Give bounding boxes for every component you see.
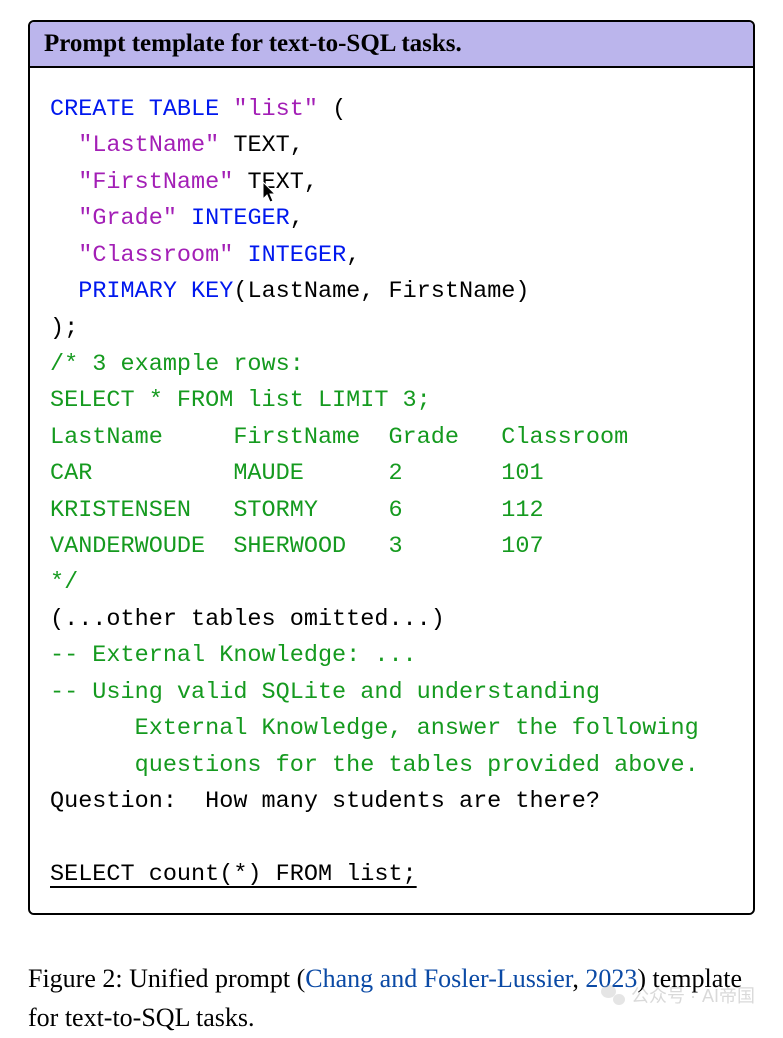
indent xyxy=(50,278,78,305)
box-title: Prompt template for text-to-SQL tasks. xyxy=(30,22,753,68)
space xyxy=(177,205,191,232)
comment-header: LastName FirstName Grade Classroom xyxy=(50,424,628,451)
space xyxy=(233,242,247,269)
pk-cols: (LastName, FirstName) xyxy=(233,278,529,305)
kw-integer: INTEGER xyxy=(191,205,290,232)
watermark-brand: AI帝国 xyxy=(702,982,755,1008)
type-text: TEXT, xyxy=(219,132,304,159)
col-classroom: "Classroom" xyxy=(78,242,233,269)
wechat-icon xyxy=(601,985,625,1005)
other-tables-note: (...other tables omitted...) xyxy=(50,606,445,633)
instruction-l1: -- Using valid SQLite and understanding xyxy=(50,679,600,706)
indent xyxy=(50,169,78,196)
instruction-l3: questions for the tables provided above. xyxy=(50,752,699,779)
comment-select: SELECT * FROM list LIMIT 3; xyxy=(50,387,431,414)
comment-open: /* 3 example rows: xyxy=(50,351,304,378)
comment-row2: KRISTENSEN STORMY 6 112 xyxy=(50,497,544,524)
citation-authors: Chang and Fosler-Lussier xyxy=(305,964,572,993)
indent xyxy=(50,205,78,232)
col-firstname: "FirstName" xyxy=(78,169,233,196)
instruction-l2: External Knowledge, answer the following xyxy=(50,715,699,742)
str-list: "list" xyxy=(233,96,318,123)
paren-open: ( xyxy=(318,96,346,123)
kw-integer: INTEGER xyxy=(247,242,346,269)
box-body: CREATE TABLE "list" ( "LastName" TEXT, "… xyxy=(30,68,753,913)
comment-row1: CAR MAUDE 2 101 xyxy=(50,460,544,487)
comment-close: */ xyxy=(50,569,78,596)
prompt-template-box: Prompt template for text-to-SQL tasks. C… xyxy=(28,20,755,915)
indent xyxy=(50,132,78,159)
comment-row3: VANDERWOUDE SHERWOOD 3 107 xyxy=(50,533,544,560)
code-block: CREATE TABLE "list" ( "LastName" TEXT, "… xyxy=(50,92,733,893)
caption-sep: , xyxy=(572,964,579,993)
type-text: TEXT, xyxy=(233,169,318,196)
paren-close: ); xyxy=(50,315,78,342)
kw-create-table: CREATE TABLE xyxy=(50,96,233,123)
watermark-label: 公众号 · xyxy=(631,982,696,1008)
ext-knowledge: -- External Knowledge: ... xyxy=(50,642,417,669)
indent xyxy=(50,242,78,269)
comma: , xyxy=(290,205,304,232)
col-grade: "Grade" xyxy=(78,205,177,232)
answer-sql: SELECT count(*) FROM list; xyxy=(50,861,417,888)
comma: , xyxy=(346,242,360,269)
kw-primary-key: PRIMARY KEY xyxy=(78,278,233,305)
caption-prefix: Figure 2: Unified prompt ( xyxy=(28,964,305,993)
col-lastname: "LastName" xyxy=(78,132,219,159)
watermark: 公众号 · AI帝国 xyxy=(601,982,755,1008)
question-line: Question: How many students are there? xyxy=(50,788,600,815)
